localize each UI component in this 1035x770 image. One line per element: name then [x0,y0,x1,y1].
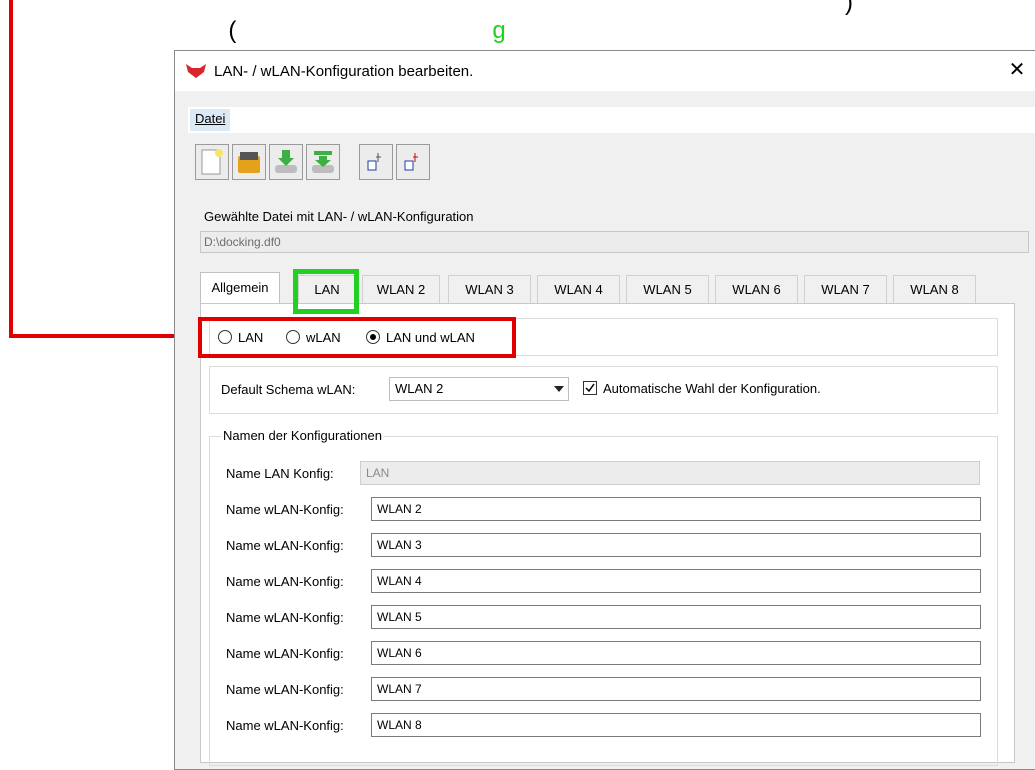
name-wlan-label: Name wLAN-Konfig: [226,718,344,733]
device-send-button[interactable] [396,144,430,180]
close-button[interactable]: ✕ [1005,56,1029,84]
chevron-down-icon [554,386,564,392]
file-path-field: D:\docking.df0 [200,231,1029,253]
schema-group: Default Schema wLAN: WLAN 2 Automatische… [209,366,998,414]
annotation-green-highlight [293,269,359,314]
menu-item-datei[interactable]: Datei [190,109,231,131]
annotation-red-highlight [198,317,516,358]
export-button[interactable] [306,144,340,180]
file-group-label: Gewählte Datei mit LAN- / wLAN-Konfigura… [202,209,476,224]
name-wlan-2-field[interactable]: WLAN 2 [371,497,981,521]
name-wlan-row: Name wLAN-Konfig: WLAN 6 [226,641,996,665]
name-lan-row: Name LAN Konfig: LAN [226,461,996,485]
name-wlan-label: Name wLAN-Konfig: [226,610,344,625]
annotation-open-paren: ( [228,17,237,44]
tab-wlan-7[interactable]: WLAN 7 [804,275,887,303]
name-lan-field: LAN [360,461,980,485]
new-file-icon [201,149,223,175]
tab-allgemein[interactable]: Allgemein [200,272,280,304]
schema-select-value: WLAN 2 [395,381,444,396]
schema-label: Default Schema wLAN: [221,382,356,397]
annotation-arrow-line-vertical [9,0,13,338]
menu-item-label: Datei [195,111,226,126]
import-button[interactable] [269,144,303,180]
title-bar[interactable]: LAN- / wLAN-Konfiguration bearbeiten. ✕ [175,51,1035,91]
annotation-arrow-line-horizontal [9,334,184,338]
names-group-label: Namen der Konfigurationen [221,428,384,443]
tab-wlan-3[interactable]: WLAN 3 [448,275,531,303]
new-file-button[interactable] [195,144,229,180]
file-group: Gewählte Datei mit LAN- / wLAN-Konfigura… [195,209,1035,261]
close-icon: ✕ [1008,59,1026,81]
name-wlan-row: Name wLAN-Konfig: WLAN 8 [226,713,996,737]
name-wlan-4-field[interactable]: WLAN 4 [371,569,981,593]
name-wlan-row: Name wLAN-Konfig: WLAN 3 [226,533,996,557]
name-wlan-row: Name wLAN-Konfig: WLAN 7 [226,677,996,701]
name-wlan-row: Name wLAN-Konfig: WLAN 4 [226,569,996,593]
name-wlan-7-field[interactable]: WLAN 7 [371,677,981,701]
tab-wlan-2[interactable]: WLAN 2 [362,275,440,303]
tab-wlan-4[interactable]: WLAN 4 [537,275,620,303]
tab-wlan-8[interactable]: WLAN 8 [893,275,976,303]
name-wlan-6-field[interactable]: WLAN 6 [371,641,981,665]
name-wlan-label: Name wLAN-Konfig: [226,502,344,517]
name-wlan-label: Name wLAN-Konfig: [226,538,344,553]
open-file-button[interactable] [232,144,266,180]
name-wlan-5-field[interactable]: WLAN 5 [371,605,981,629]
export-icon [312,151,334,173]
name-wlan-label: Name wLAN-Konfig: [226,682,344,697]
checkmark-icon [585,383,595,393]
device-send-icon [404,153,418,171]
schema-select[interactable]: WLAN 2 [389,377,569,401]
auto-config-label: Automatische Wahl der Konfiguration. [603,381,821,396]
name-wlan-row: Name wLAN-Konfig: WLAN 2 [226,497,996,521]
name-wlan-label: Name wLAN-Konfig: [226,646,344,661]
name-wlan-3-field[interactable]: WLAN 3 [371,533,981,557]
device-link-button[interactable] [359,144,393,180]
name-lan-label: Name LAN Konfig: [226,466,334,481]
name-wlan-row: Name wLAN-Konfig: WLAN 5 [226,605,996,629]
tab-wlan-6[interactable]: WLAN 6 [715,275,798,303]
menu-bar: Datei [188,107,1035,133]
annotation-green-fragment: g [492,17,506,44]
device-link-icon [367,153,381,171]
import-icon [275,150,297,173]
annotation-text: ( g) [215,0,853,45]
tab-wlan-5[interactable]: WLAN 5 [626,275,709,303]
names-group: Namen der Konfigurationen Name LAN Konfi… [209,428,998,766]
annotation-close-paren: ) [845,0,853,16]
app-fox-icon [186,63,206,82]
name-wlan-8-field[interactable]: WLAN 8 [371,713,981,737]
window-title: LAN- / wLAN-Konfiguration bearbeiten. [214,63,474,80]
name-wlan-label: Name wLAN-Konfig: [226,574,344,589]
auto-config-checkbox[interactable] [583,381,597,395]
open-folder-icon [238,152,260,173]
